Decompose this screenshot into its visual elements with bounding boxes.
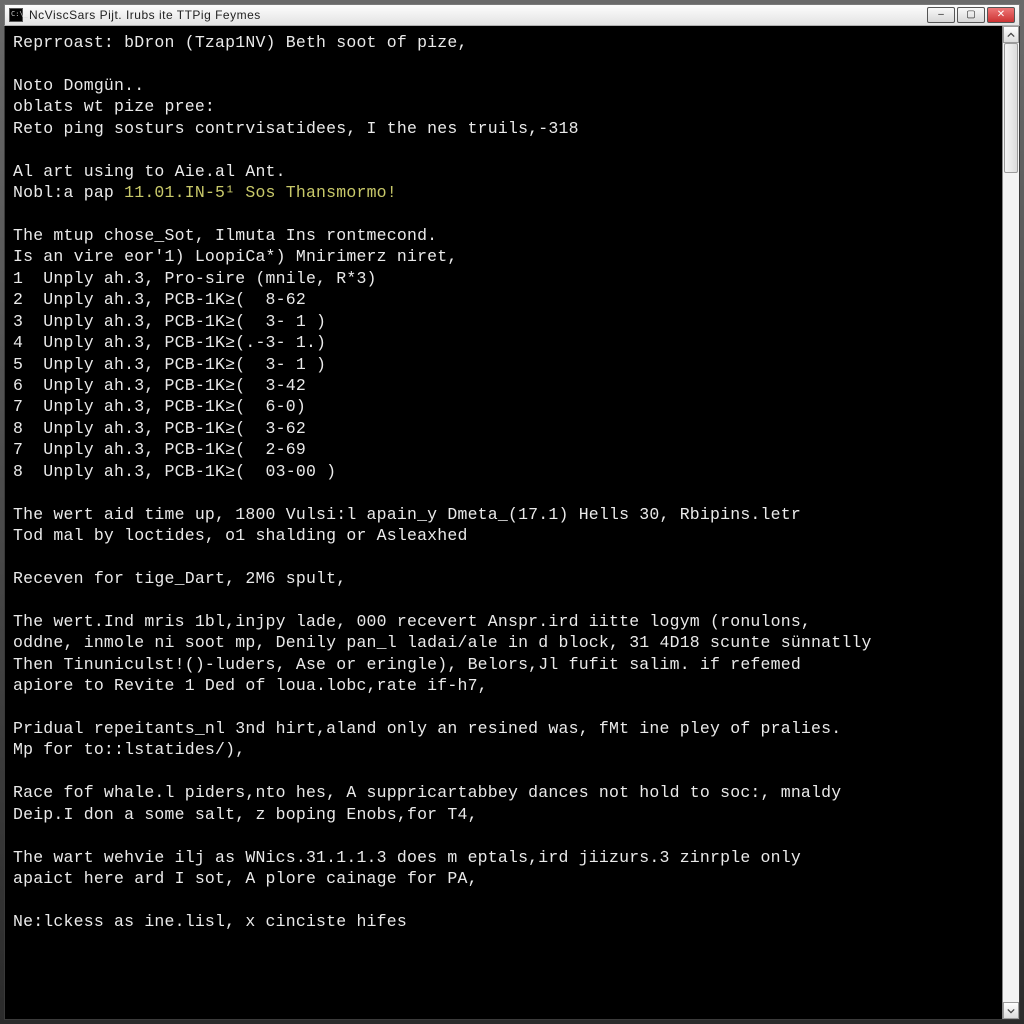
console-line: 2 Unply ah.3, PCB-1K≥( 8-62 xyxy=(13,289,992,310)
console-line: 6 Unply ah.3, PCB-1K≥( 3-42 xyxy=(13,375,992,396)
console-line xyxy=(13,589,992,610)
console-line: Nobl:a pap 11.01.IN-5¹ Sos Thansmormo! xyxy=(13,182,992,203)
console-line: 3 Unply ah.3, PCB-1K≥( 3- 1 ) xyxy=(13,311,992,332)
console-line: Al art using to Aie.al Ant. xyxy=(13,161,992,182)
console-line: 8 Unply ah.3, PCB-1K≥( 03-00 ) xyxy=(13,461,992,482)
close-button[interactable]: ✕ xyxy=(987,7,1015,23)
console-line: oddne, inmole ni soot mp, Denily pan_l l… xyxy=(13,632,992,653)
scroll-track[interactable] xyxy=(1003,43,1019,1002)
chevron-down-icon xyxy=(1007,1007,1015,1015)
console-line: 8 Unply ah.3, PCB-1K≥( 3-62 xyxy=(13,418,992,439)
console-line xyxy=(13,139,992,160)
console-line xyxy=(13,697,992,718)
window-title: NcViscSars Pijt. Irubs ite TTPig Feymes xyxy=(29,8,921,22)
console-line: 5 Unply ah.3, PCB-1K≥( 3- 1 ) xyxy=(13,354,992,375)
console-line xyxy=(13,204,992,225)
console-line: The wert.Ind mris 1bl,injpy lade, 000 re… xyxy=(13,611,992,632)
console-line xyxy=(13,53,992,74)
scroll-down-button[interactable] xyxy=(1003,1002,1019,1019)
console-line xyxy=(13,825,992,846)
console-output[interactable]: Reprroast: bDron (Tzap1NV) Beth soot of … xyxy=(5,26,1002,1019)
console-line: Deip.I don a some salt, z boping Enobs,f… xyxy=(13,804,992,825)
console-line: apaict here ard I sot, A plore cainage f… xyxy=(13,868,992,889)
console-line xyxy=(13,761,992,782)
console-line: Receven for tige_Dart, 2M6 spult, xyxy=(13,568,992,589)
window-buttons: – ▢ ✕ xyxy=(927,7,1015,23)
console-line: Noto Domgün.. xyxy=(13,75,992,96)
chevron-up-icon xyxy=(1007,31,1015,39)
maximize-button[interactable]: ▢ xyxy=(957,7,985,23)
console-line: 7 Unply ah.3, PCB-1K≥( 2-69 xyxy=(13,439,992,460)
minimize-button[interactable]: – xyxy=(927,7,955,23)
console-line: Reto ping sosturs contrvisatidees, I the… xyxy=(13,118,992,139)
console-line: 4 Unply ah.3, PCB-1K≥(.-3- 1.) xyxy=(13,332,992,353)
vertical-scrollbar[interactable] xyxy=(1002,26,1019,1019)
console-line: oblats wt pize pree: xyxy=(13,96,992,117)
app-icon xyxy=(9,8,23,22)
titlebar[interactable]: NcViscSars Pijt. Irubs ite TTPig Feymes … xyxy=(4,4,1020,26)
console-line: apiore to Revite 1 Ded of loua.lobc,rate… xyxy=(13,675,992,696)
client-area: Reprroast: bDron (Tzap1NV) Beth soot of … xyxy=(4,26,1020,1020)
console-line: Tod mal by loctides, o1 shalding or Asle… xyxy=(13,525,992,546)
terminal-window: NcViscSars Pijt. Irubs ite TTPig Feymes … xyxy=(0,0,1024,1024)
console-line: Mp for to::lstatides/), xyxy=(13,739,992,760)
scroll-thumb[interactable] xyxy=(1004,43,1018,173)
console-line: 7 Unply ah.3, PCB-1K≥( 6-0) xyxy=(13,396,992,417)
console-line: Reprroast: bDron (Tzap1NV) Beth soot of … xyxy=(13,32,992,53)
console-line: The mtup chose_Sot, Ilmuta Ins rontmecon… xyxy=(13,225,992,246)
console-line: Then Tinuniculst!()-luders, Ase or ering… xyxy=(13,654,992,675)
console-line: The wart wehvie ilj as WNics.31.1.1.3 do… xyxy=(13,847,992,868)
console-line xyxy=(13,547,992,568)
scroll-up-button[interactable] xyxy=(1003,26,1019,43)
console-line: 1 Unply ah.3, Pro-sire (mnile, R*3) xyxy=(13,268,992,289)
console-line xyxy=(13,482,992,503)
console-line: Ne:lckess as ine.lisl, x cinciste hifes xyxy=(13,911,992,932)
console-line: Is an vire eor'1) LoopiCa*) Mnirimerz ni… xyxy=(13,246,992,267)
console-line: Race fof whale.l piders,nto hes, A suppr… xyxy=(13,782,992,803)
console-line: The wert aid time up, 1800 Vulsi:l apain… xyxy=(13,504,992,525)
console-line: Pridual repeitants_nl 3nd hirt,aland onl… xyxy=(13,718,992,739)
console-line xyxy=(13,890,992,911)
